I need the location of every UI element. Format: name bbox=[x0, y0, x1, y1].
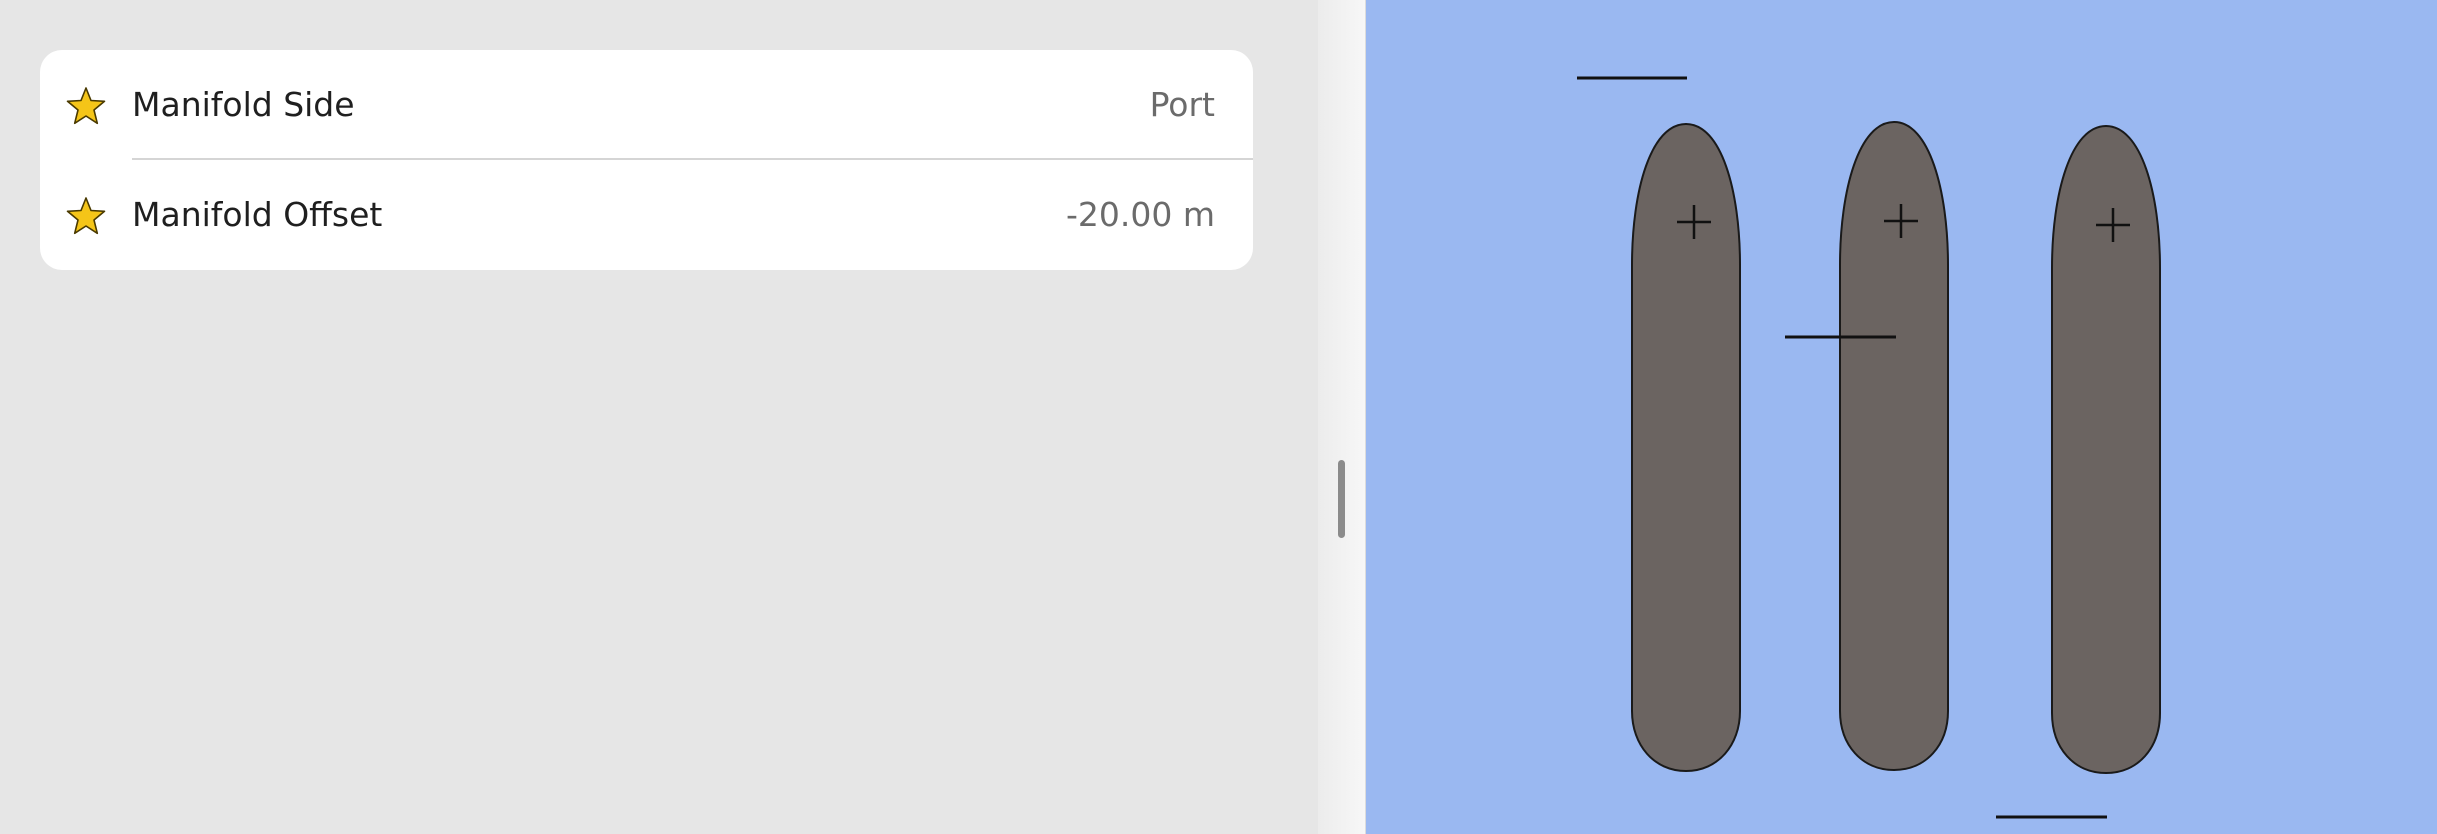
manifold-side-value: Port bbox=[1149, 85, 1215, 124]
resize-handle[interactable] bbox=[1338, 460, 1345, 538]
vessel-map[interactable] bbox=[1366, 0, 2437, 834]
settings-panel: Manifold Side Port Manifold Offset -20.0… bbox=[0, 0, 1318, 834]
vessel-1[interactable] bbox=[1631, 122, 1741, 773]
split-divider bbox=[1318, 0, 1366, 834]
vessel-map-canvas bbox=[1577, 76, 2161, 819]
manifold-offset-row[interactable]: Manifold Offset -20.00 m bbox=[40, 160, 1253, 270]
vessel-hull bbox=[1839, 120, 1949, 772]
vessel-hull bbox=[2051, 124, 2161, 775]
manifold-side-label: Manifold Side bbox=[132, 85, 355, 124]
vessel-2[interactable] bbox=[1839, 120, 1949, 772]
vessel-3[interactable] bbox=[2051, 124, 2161, 775]
settings-card: Manifold Side Port Manifold Offset -20.0… bbox=[40, 50, 1253, 270]
manifold-offset-label: Manifold Offset bbox=[132, 195, 383, 234]
manifold-side-row[interactable]: Manifold Side Port bbox=[40, 50, 1253, 160]
star-icon bbox=[66, 87, 106, 125]
star-icon bbox=[66, 197, 106, 235]
manifold-offset-value: -20.00 m bbox=[1065, 195, 1215, 234]
